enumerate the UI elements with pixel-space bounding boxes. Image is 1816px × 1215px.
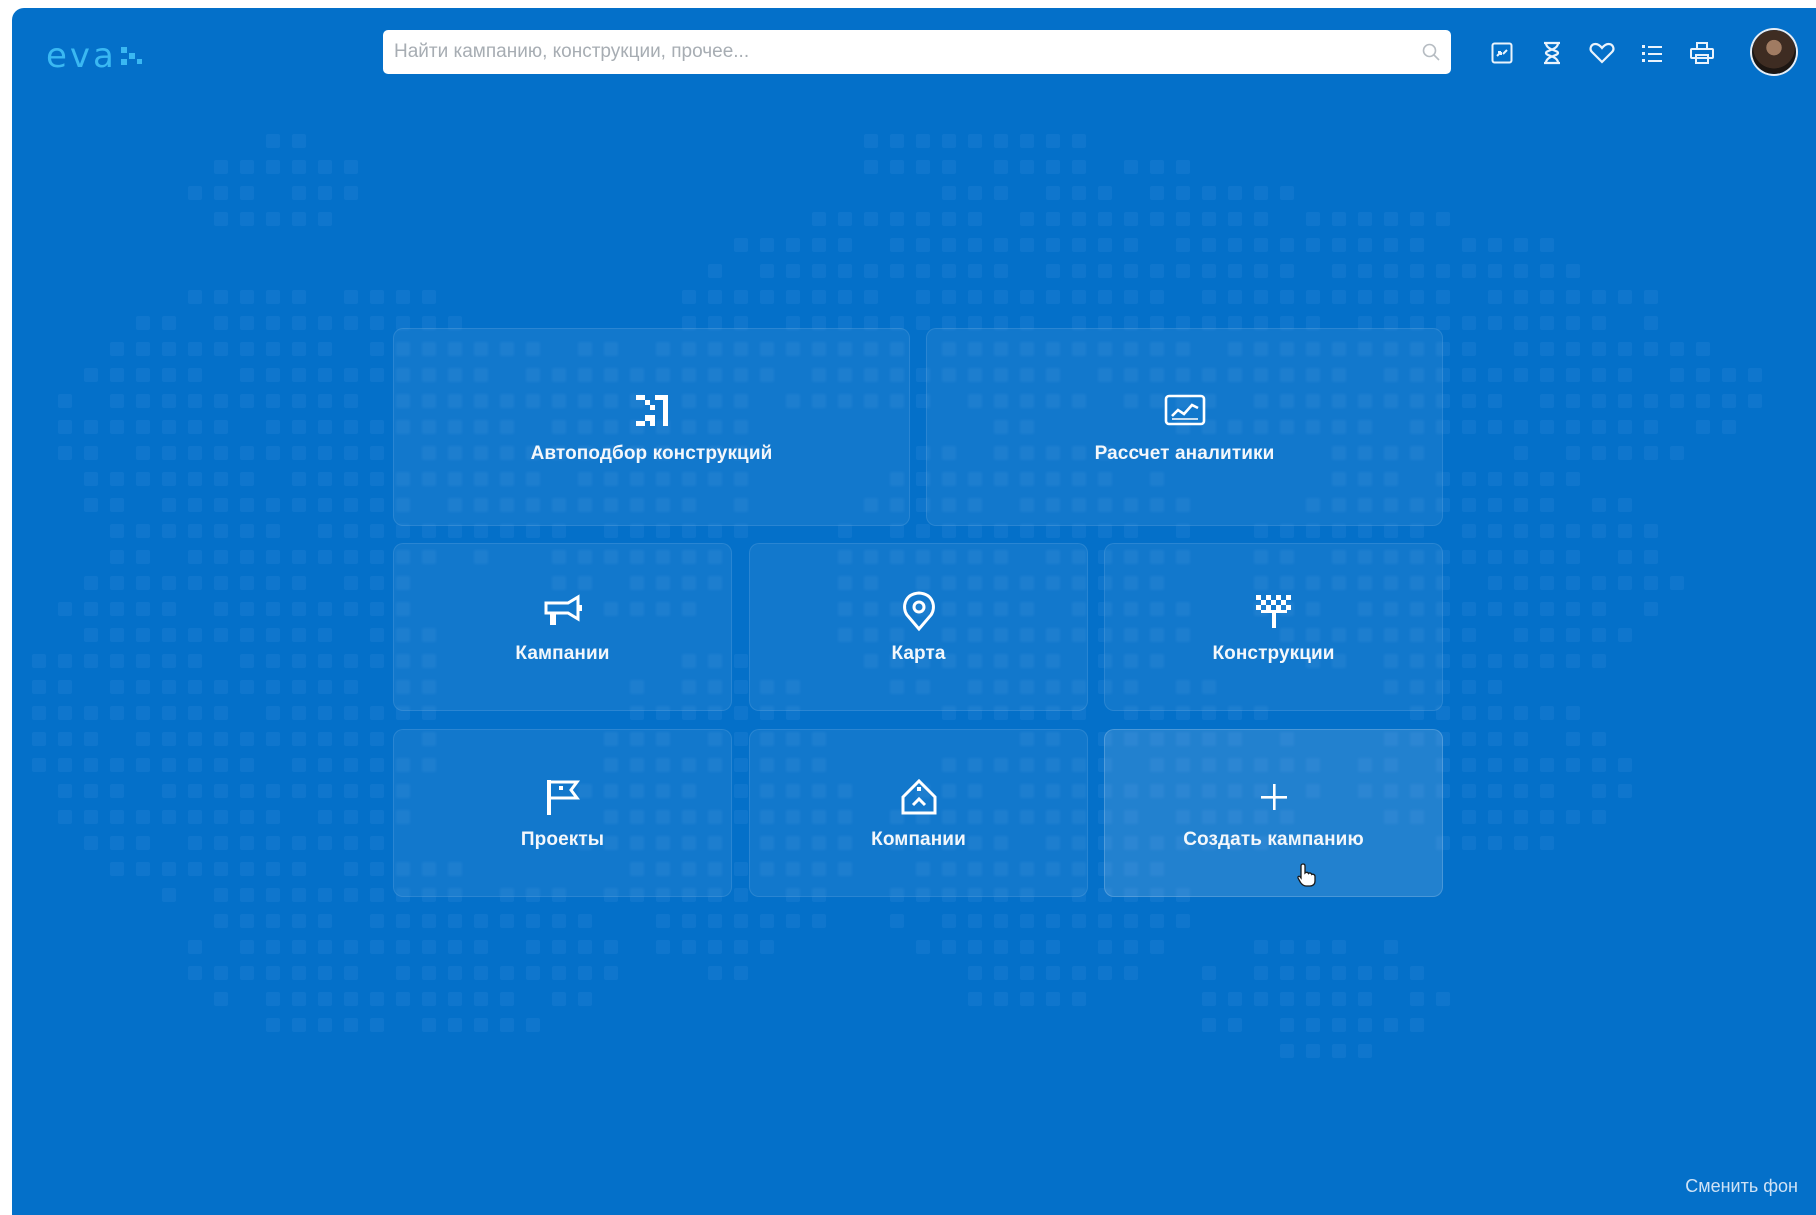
hourglass-icon[interactable]	[1537, 38, 1567, 68]
avatar[interactable]	[1752, 30, 1796, 74]
list-icon[interactable]	[1637, 38, 1667, 68]
tile-label: Конструкции	[1212, 643, 1335, 664]
top-toolbar	[1487, 38, 1737, 68]
building-icon	[897, 775, 941, 819]
plus-icon	[1252, 775, 1296, 819]
megaphone-icon	[541, 589, 585, 633]
flag-icon	[541, 775, 585, 819]
app-window: eva Найти кампанию, конструкции, прочее.…	[12, 8, 1816, 1215]
tile-companies[interactable]: Компании	[749, 729, 1088, 897]
logo-text: eva	[46, 36, 117, 76]
tile-create-campaign[interactable]: Создать кампанию	[1104, 729, 1443, 897]
tile-constructions[interactable]: Конструкции	[1104, 543, 1443, 711]
tile-autoselect-constructions[interactable]: Автоподбор конструкций	[393, 328, 910, 526]
tile-label: Карта	[891, 643, 946, 664]
heart-icon[interactable]	[1587, 38, 1617, 68]
tile-label: Автоподбор конструкций	[530, 443, 773, 464]
tile-label: Рассчет аналитики	[1094, 443, 1275, 464]
printer-icon[interactable]	[1687, 38, 1717, 68]
tile-label: Компании	[871, 829, 966, 850]
hand-cursor-icon	[1297, 863, 1316, 887]
search-icon[interactable]	[1421, 42, 1441, 62]
switch-icon[interactable]	[1487, 38, 1517, 68]
change-background-link[interactable]: Сменить фон	[1685, 1176, 1798, 1197]
logo[interactable]: eva	[46, 36, 145, 76]
search-input[interactable]	[383, 32, 1404, 72]
tile-label: Кампании	[515, 643, 610, 664]
tile-map[interactable]: Карта	[749, 543, 1088, 711]
billboard-icon	[1252, 589, 1296, 633]
tile-projects[interactable]: Проекты	[393, 729, 732, 897]
logo-mark-icon	[120, 47, 142, 65]
chart-icon	[1163, 389, 1207, 433]
tile-campaigns[interactable]: Кампании	[393, 543, 732, 711]
tile-label: Проекты	[520, 829, 605, 850]
map-pin-icon	[897, 589, 941, 633]
search-bar[interactable]	[383, 30, 1451, 74]
tile-label: Создать кампанию	[1183, 829, 1364, 850]
shuffle-icon	[630, 389, 674, 433]
tile-analytics[interactable]: Рассчет аналитики	[926, 328, 1443, 526]
